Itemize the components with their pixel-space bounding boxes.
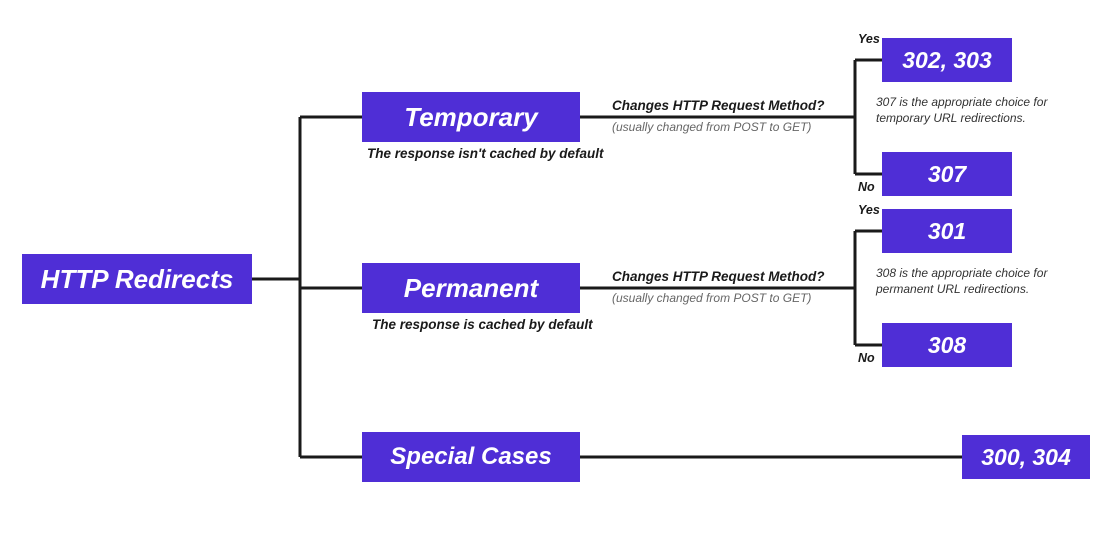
permanent-question: Changes HTTP Request Method? — [612, 269, 825, 284]
permanent-no-label: No — [858, 351, 875, 365]
temporary-question-sub: (usually changed from POST to GET) — [612, 120, 811, 134]
temporary-yes-label: Yes — [858, 32, 880, 46]
permanent-node: Permanent — [362, 263, 580, 313]
temporary-note: 307 is the appropriate choice for tempor… — [876, 94, 1086, 126]
permanent-note: 308 is the appropriate choice for perman… — [876, 265, 1086, 297]
temporary-yes-codes: 302, 303 — [902, 47, 992, 74]
permanent-label: Permanent — [404, 273, 538, 304]
special-cases-node: Special Cases — [362, 432, 580, 482]
permanent-subtitle: The response is cached by default — [372, 317, 593, 332]
temporary-yes-codes-box: 302, 303 — [882, 38, 1012, 82]
temporary-no-codes-box: 307 — [882, 152, 1012, 196]
root-label: HTTP Redirects — [41, 264, 234, 295]
permanent-yes-label: Yes — [858, 203, 880, 217]
temporary-node: Temporary — [362, 92, 580, 142]
permanent-question-sub: (usually changed from POST to GET) — [612, 291, 811, 305]
permanent-no-codes-box: 308 — [882, 323, 1012, 367]
temporary-no-label: No — [858, 180, 875, 194]
temporary-label: Temporary — [404, 102, 537, 133]
temporary-subtitle: The response isn't cached by default — [367, 146, 604, 161]
special-cases-label: Special Cases — [390, 443, 551, 471]
permanent-yes-codes-box: 301 — [882, 209, 1012, 253]
temporary-no-codes: 307 — [928, 161, 966, 188]
permanent-yes-codes: 301 — [928, 218, 966, 245]
temporary-question: Changes HTTP Request Method? — [612, 98, 825, 113]
root-node: HTTP Redirects — [22, 254, 252, 304]
special-codes-box: 300, 304 — [962, 435, 1090, 479]
special-codes: 300, 304 — [981, 444, 1071, 471]
permanent-no-codes: 308 — [928, 332, 966, 359]
